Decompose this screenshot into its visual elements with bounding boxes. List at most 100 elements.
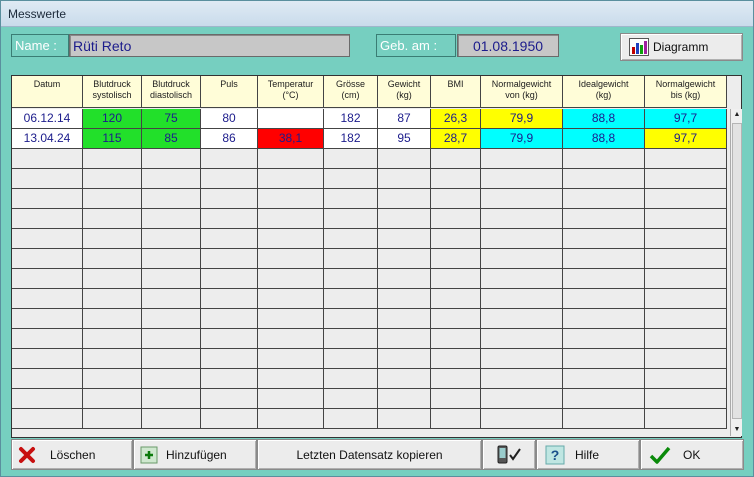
table-cell-ideal[interactable]: 88,8 xyxy=(563,109,645,129)
empty-cell[interactable] xyxy=(201,409,258,429)
empty-cell[interactable] xyxy=(258,369,324,389)
table-cell-puls[interactable]: 80 xyxy=(201,109,258,129)
column-header-groesse[interactable]: Grösse (cm) xyxy=(324,76,378,108)
empty-cell[interactable] xyxy=(258,309,324,329)
empty-cell[interactable] xyxy=(12,409,83,429)
empty-cell[interactable] xyxy=(378,269,431,289)
column-header-normbis[interactable]: Normalgewicht bis (kg) xyxy=(645,76,727,108)
table-cell-datum[interactable]: 13.04.24 xyxy=(12,129,83,149)
column-header-temp[interactable]: Temperatur (°C) xyxy=(258,76,324,108)
empty-cell[interactable] xyxy=(201,209,258,229)
empty-cell[interactable] xyxy=(258,169,324,189)
empty-cell[interactable] xyxy=(324,309,378,329)
table-cell-gewicht[interactable]: 95 xyxy=(378,129,431,149)
empty-cell[interactable] xyxy=(563,289,645,309)
empty-cell[interactable] xyxy=(12,369,83,389)
empty-cell[interactable] xyxy=(481,229,563,249)
empty-cell[interactable] xyxy=(563,169,645,189)
empty-cell[interactable] xyxy=(258,229,324,249)
scroll-up-icon[interactable]: ▲ xyxy=(732,110,742,120)
mobile-check-button[interactable] xyxy=(482,439,536,470)
empty-cell[interactable] xyxy=(12,389,83,409)
empty-cell[interactable] xyxy=(563,369,645,389)
empty-cell[interactable] xyxy=(431,329,481,349)
empty-cell[interactable] xyxy=(142,209,201,229)
empty-cell[interactable] xyxy=(201,269,258,289)
empty-cell[interactable] xyxy=(645,409,727,429)
empty-cell[interactable] xyxy=(378,169,431,189)
empty-cell[interactable] xyxy=(645,329,727,349)
empty-cell[interactable] xyxy=(431,229,481,249)
empty-cell[interactable] xyxy=(378,189,431,209)
empty-cell[interactable] xyxy=(481,349,563,369)
table-cell-datum[interactable]: 06.12.14 xyxy=(12,109,83,129)
empty-cell[interactable] xyxy=(481,329,563,349)
empty-cell[interactable] xyxy=(378,289,431,309)
empty-cell[interactable] xyxy=(324,289,378,309)
empty-cell[interactable] xyxy=(563,349,645,369)
empty-cell[interactable] xyxy=(431,269,481,289)
table-cell-temp[interactable] xyxy=(258,109,324,129)
empty-cell[interactable] xyxy=(258,329,324,349)
empty-cell[interactable] xyxy=(83,169,142,189)
empty-cell[interactable] xyxy=(258,409,324,429)
empty-cell[interactable] xyxy=(142,369,201,389)
empty-cell[interactable] xyxy=(324,149,378,169)
empty-cell[interactable] xyxy=(431,369,481,389)
column-header-datum[interactable]: Datum xyxy=(12,76,83,108)
empty-cell[interactable] xyxy=(324,349,378,369)
empty-cell[interactable] xyxy=(324,269,378,289)
empty-cell[interactable] xyxy=(83,269,142,289)
table-cell-gewicht[interactable]: 87 xyxy=(378,109,431,129)
empty-cell[interactable] xyxy=(258,389,324,409)
empty-cell[interactable] xyxy=(563,149,645,169)
empty-cell[interactable] xyxy=(645,169,727,189)
empty-cell[interactable] xyxy=(481,149,563,169)
empty-cell[interactable] xyxy=(481,309,563,329)
copy-last-button[interactable]: Letzten Datensatz kopieren xyxy=(257,439,482,470)
empty-cell[interactable] xyxy=(324,169,378,189)
empty-cell[interactable] xyxy=(142,389,201,409)
empty-cell[interactable] xyxy=(481,169,563,189)
empty-cell[interactable] xyxy=(431,189,481,209)
empty-cell[interactable] xyxy=(201,389,258,409)
table-cell-sys[interactable]: 115 xyxy=(83,129,142,149)
empty-cell[interactable] xyxy=(258,209,324,229)
empty-cell[interactable] xyxy=(142,289,201,309)
help-button[interactable]: ? Hilfe xyxy=(536,439,640,470)
empty-cell[interactable] xyxy=(12,349,83,369)
table-cell-ideal[interactable]: 88,8 xyxy=(563,129,645,149)
empty-cell[interactable] xyxy=(481,289,563,309)
empty-cell[interactable] xyxy=(645,369,727,389)
empty-cell[interactable] xyxy=(324,329,378,349)
empty-cell[interactable] xyxy=(12,249,83,269)
empty-cell[interactable] xyxy=(83,389,142,409)
empty-cell[interactable] xyxy=(12,149,83,169)
empty-cell[interactable] xyxy=(431,349,481,369)
empty-cell[interactable] xyxy=(645,289,727,309)
table-cell-sys[interactable]: 120 xyxy=(83,109,142,129)
empty-cell[interactable] xyxy=(378,329,431,349)
empty-cell[interactable] xyxy=(142,189,201,209)
empty-cell[interactable] xyxy=(378,349,431,369)
empty-cell[interactable] xyxy=(481,249,563,269)
empty-cell[interactable] xyxy=(645,149,727,169)
table-cell-groesse[interactable]: 182 xyxy=(324,129,378,149)
empty-cell[interactable] xyxy=(324,229,378,249)
empty-cell[interactable] xyxy=(431,289,481,309)
empty-cell[interactable] xyxy=(201,249,258,269)
empty-cell[interactable] xyxy=(201,369,258,389)
empty-cell[interactable] xyxy=(481,269,563,289)
empty-cell[interactable] xyxy=(431,169,481,189)
empty-cell[interactable] xyxy=(431,409,481,429)
empty-cell[interactable] xyxy=(83,369,142,389)
empty-cell[interactable] xyxy=(563,229,645,249)
empty-cell[interactable] xyxy=(201,229,258,249)
empty-cell[interactable] xyxy=(481,209,563,229)
empty-cell[interactable] xyxy=(142,149,201,169)
table-cell-dia[interactable]: 85 xyxy=(142,129,201,149)
table-scrollbar[interactable]: ▲ ▼ xyxy=(730,109,742,436)
empty-cell[interactable] xyxy=(258,189,324,209)
empty-cell[interactable] xyxy=(324,389,378,409)
empty-cell[interactable] xyxy=(142,169,201,189)
